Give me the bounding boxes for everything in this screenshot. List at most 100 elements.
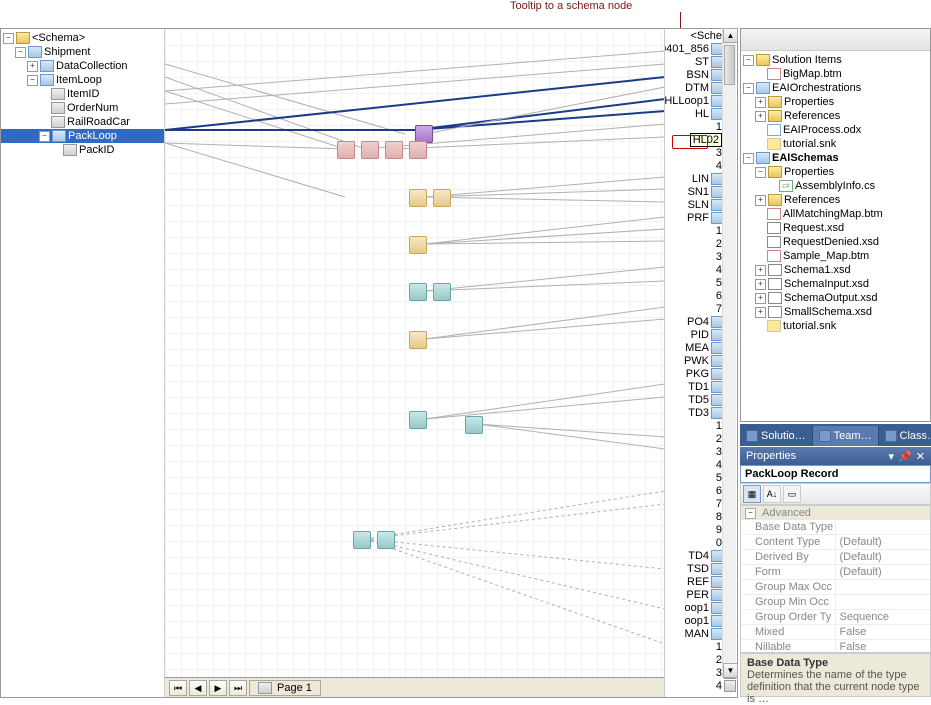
- properties-object-selector[interactable]: PackLoop Record: [740, 465, 931, 483]
- file-schema1[interactable]: +Schema1.xsd: [741, 263, 930, 277]
- prop-value[interactable]: False: [836, 640, 931, 653]
- source-packloop[interactable]: − PackLoop: [1, 129, 164, 143]
- scroll-up-button[interactable]: ▲: [723, 28, 738, 43]
- file-allmatching[interactable]: AllMatchingMap.btm: [741, 207, 930, 221]
- file-samplemap[interactable]: Sample_Map.btm: [741, 249, 930, 263]
- file-tutorial[interactable]: tutorial.snk: [741, 137, 930, 151]
- collapse-icon[interactable]: −: [27, 75, 38, 86]
- dropdown-icon[interactable]: ▾: [889, 450, 895, 463]
- property-pages-button[interactable]: ▭: [783, 485, 801, 503]
- cumulative-functoid[interactable]: [377, 531, 395, 549]
- source-itemid[interactable]: ItemID: [1, 87, 164, 101]
- scroll-down-button[interactable]: ▼: [723, 663, 738, 678]
- prop-value[interactable]: (Default): [836, 535, 931, 549]
- prop-derived-by[interactable]: Derived By(Default): [741, 550, 930, 565]
- source-datacollection[interactable]: + DataCollection: [1, 59, 164, 73]
- dest-tree-scrollbar[interactable]: ▲ ▼: [722, 28, 736, 678]
- next-page-button[interactable]: ▶: [209, 680, 227, 696]
- expand-icon[interactable]: +: [755, 265, 766, 276]
- source-railroadcar[interactable]: RailRoadCar: [1, 115, 164, 129]
- prop-value[interactable]: Sequence: [836, 610, 931, 624]
- properties-button[interactable]: [745, 31, 763, 49]
- prop-value[interactable]: (Default): [836, 565, 931, 579]
- collapse-icon[interactable]: −: [743, 83, 754, 94]
- string-functoid[interactable]: [385, 141, 403, 159]
- prop-group-min[interactable]: Group Min Occ: [741, 595, 930, 610]
- folder-properties[interactable]: −Properties: [741, 165, 930, 179]
- expand-icon[interactable]: +: [755, 279, 766, 290]
- source-shipment[interactable]: − Shipment: [1, 45, 164, 59]
- file-requestdenied[interactable]: RequestDenied.xsd: [741, 235, 930, 249]
- file-request[interactable]: Request.xsd: [741, 221, 930, 235]
- file-bigmap[interactable]: BigMap.btm: [741, 67, 930, 81]
- prev-page-button[interactable]: ◀: [189, 680, 207, 696]
- source-schema-tree[interactable]: − <Schema> − Shipment + DataCollection −…: [1, 29, 165, 697]
- source-root[interactable]: − <Schema>: [1, 31, 164, 45]
- source-packid[interactable]: PackID: [1, 143, 164, 157]
- prop-nillable[interactable]: NillableFalse: [741, 640, 930, 653]
- prop-group-max[interactable]: Group Max Occ: [741, 580, 930, 595]
- collapse-icon[interactable]: −: [743, 55, 754, 66]
- prop-value[interactable]: (Default): [836, 550, 931, 564]
- cumulative-functoid[interactable]: [353, 531, 371, 549]
- dest-node[interactable]: 4: [665, 679, 737, 692]
- collapse-icon[interactable]: −: [743, 153, 754, 164]
- close-icon[interactable]: ✕: [916, 450, 925, 463]
- scripting-functoid[interactable]: [433, 189, 451, 207]
- cumulative-functoid[interactable]: [409, 283, 427, 301]
- string-functoid[interactable]: [337, 141, 355, 159]
- file-eaiprocess[interactable]: EAIProcess.odx: [741, 123, 930, 137]
- cumulative-functoid[interactable]: [433, 283, 451, 301]
- expand-icon[interactable]: +: [755, 97, 766, 108]
- category-advanced[interactable]: −Advanced: [741, 506, 930, 520]
- scripting-functoid[interactable]: [409, 236, 427, 254]
- tab-class[interactable]: Class…: [879, 426, 931, 446]
- collapse-icon[interactable]: −: [39, 131, 50, 142]
- file-assembly[interactable]: c#AssemblyInfo.cs: [741, 179, 930, 193]
- string-functoid[interactable]: [361, 141, 379, 159]
- file-tutorial2[interactable]: tutorial.snk: [741, 319, 930, 333]
- folder-references[interactable]: +References: [741, 109, 930, 123]
- solution-tree[interactable]: −Solution Items BigMap.btm −EAIOrchestra…: [741, 51, 930, 421]
- project-eaio[interactable]: −EAIOrchestrations: [741, 81, 930, 95]
- last-page-button[interactable]: ⏭: [229, 680, 247, 696]
- show-all-button[interactable]: [767, 31, 785, 49]
- pin-icon[interactable]: 📌: [898, 450, 912, 463]
- collapse-icon[interactable]: −: [3, 33, 14, 44]
- prop-mixed[interactable]: MixedFalse: [741, 625, 930, 640]
- prop-group-order[interactable]: Group Order TySequence: [741, 610, 930, 625]
- expand-icon[interactable]: +: [755, 293, 766, 304]
- expand-icon[interactable]: +: [755, 195, 766, 206]
- folder-references[interactable]: +References: [741, 193, 930, 207]
- expand-icon[interactable]: +: [27, 61, 38, 72]
- prop-value[interactable]: [836, 580, 931, 594]
- prop-form[interactable]: Form(Default): [741, 565, 930, 580]
- file-schemaoutput[interactable]: +SchemaOutput.xsd: [741, 291, 930, 305]
- prop-content-type[interactable]: Content Type(Default): [741, 535, 930, 550]
- scroll-thumb[interactable]: [724, 45, 735, 85]
- scripting-functoid[interactable]: [409, 189, 427, 207]
- collapse-icon[interactable]: −: [755, 167, 766, 178]
- prop-value[interactable]: [836, 520, 931, 534]
- prop-value[interactable]: False: [836, 625, 931, 639]
- collapse-icon[interactable]: −: [15, 47, 26, 58]
- source-ordernum[interactable]: OrderNum: [1, 101, 164, 115]
- tab-solution[interactable]: Solutio…: [740, 426, 813, 446]
- solution-folder[interactable]: −Solution Items: [741, 53, 930, 67]
- refresh-button[interactable]: [789, 31, 807, 49]
- expand-icon[interactable]: +: [755, 307, 766, 318]
- source-itemloop[interactable]: − ItemLoop: [1, 73, 164, 87]
- folder-properties[interactable]: +Properties: [741, 95, 930, 109]
- file-smallschema[interactable]: +SmallSchema.xsd: [741, 305, 930, 319]
- mapping-canvas[interactable]: ⏮ ◀ ▶ ⏭ Page 1: [165, 29, 665, 697]
- collapse-icon[interactable]: −: [745, 508, 756, 519]
- prop-value[interactable]: [836, 595, 931, 609]
- properties-grid[interactable]: −Advanced Base Data Type Content Type(De…: [740, 505, 931, 653]
- string-functoid[interactable]: [409, 141, 427, 159]
- scripting-functoid[interactable]: [409, 331, 427, 349]
- project-eais[interactable]: −EAISchemas: [741, 151, 930, 165]
- page-tab[interactable]: Page 1: [249, 680, 321, 696]
- expand-icon[interactable]: +: [755, 111, 766, 122]
- file-schemainput[interactable]: +SchemaInput.xsd: [741, 277, 930, 291]
- cumulative-functoid[interactable]: [409, 411, 427, 429]
